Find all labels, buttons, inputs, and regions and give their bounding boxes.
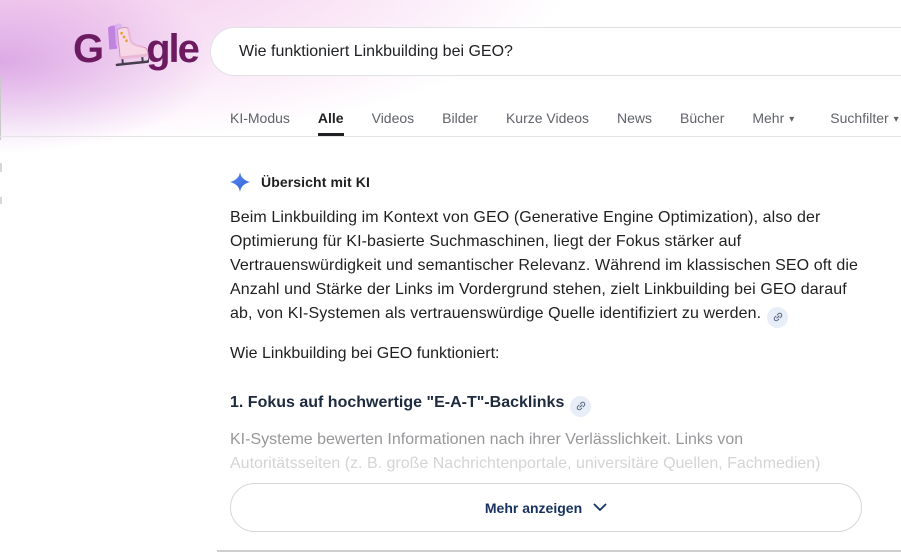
screen-edge-artifact bbox=[0, 197, 2, 204]
tabs-divider bbox=[0, 136, 901, 137]
tab-ki-modus[interactable]: KI-Modus bbox=[230, 100, 290, 136]
tab-videos[interactable]: Videos bbox=[372, 100, 415, 136]
results-divider bbox=[217, 550, 901, 552]
tab-buecher[interactable]: Bücher bbox=[680, 100, 724, 136]
ai-overview-intro-line: Wie Linkbuilding bei GEO funktioniert: bbox=[230, 345, 500, 362]
faded-text-line1: KI-Systeme bewerten Informationen nach i… bbox=[230, 431, 744, 448]
show-more-button[interactable]: Mehr anzeigen bbox=[230, 483, 862, 532]
tab-kurze-videos[interactable]: Kurze Videos bbox=[506, 100, 589, 136]
logo-text-gle: gle bbox=[146, 27, 200, 71]
faded-text-line2: Autoritätsseiten (z. B. große Nachrichte… bbox=[230, 455, 821, 472]
ai-overview-header: Übersicht mit KI bbox=[230, 172, 370, 192]
chevron-down-icon bbox=[593, 503, 607, 512]
search-bar[interactable]: Wie funktioniert Linkbuilding bei GEO? bbox=[210, 27, 901, 76]
tab-bilder[interactable]: Bilder bbox=[442, 100, 478, 136]
gemini-sparkle-icon bbox=[230, 172, 250, 192]
tab-mehr[interactable]: Mehr ▾ bbox=[752, 100, 794, 136]
logo-text-g: G bbox=[73, 27, 104, 71]
show-more-label: Mehr anzeigen bbox=[484, 499, 583, 516]
ai-overview-faded-text: KI-Systeme bewerten Informationen nach i… bbox=[230, 428, 868, 476]
ai-overview-paragraph: Beim Linkbuilding im Kontext von GEO (Ge… bbox=[230, 206, 868, 328]
tab-news[interactable]: News bbox=[617, 100, 652, 136]
screen-edge-artifact bbox=[0, 163, 2, 172]
google-logo[interactable]: G gle bbox=[73, 21, 200, 74]
tab-alle[interactable]: Alle bbox=[318, 100, 344, 136]
search-result-tabs: KI-Modus Alle Videos Bilder Kurze Videos… bbox=[230, 100, 899, 136]
caret-down-icon: ▾ bbox=[789, 113, 795, 125]
ai-overview-section-heading: 1. Fokus auf hochwertige "E-A-T"-Backlin… bbox=[230, 391, 868, 417]
tab-suchfilter[interactable]: Suchfilter ▾ bbox=[830, 100, 898, 136]
ai-overview-label: Übersicht mit KI bbox=[261, 174, 370, 190]
ice-skate-doodle-icon bbox=[99, 21, 151, 71]
source-link-icon[interactable] bbox=[767, 306, 789, 328]
source-link-icon[interactable] bbox=[570, 395, 592, 417]
search-input[interactable]: Wie funktioniert Linkbuilding bei GEO? bbox=[239, 43, 513, 61]
screen-edge-artifact bbox=[0, 77, 1, 140]
caret-down-icon: ▾ bbox=[893, 113, 899, 125]
